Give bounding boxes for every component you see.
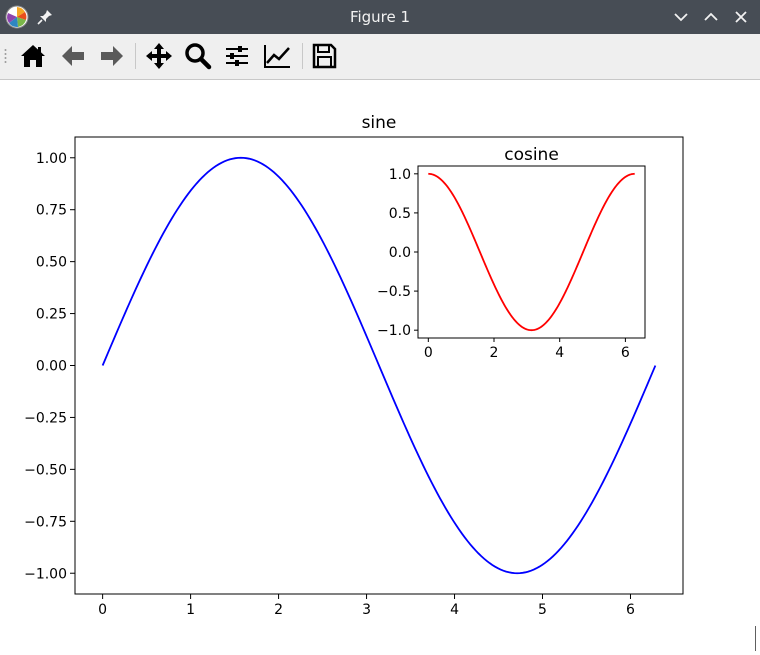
customize-button[interactable] <box>261 40 293 72</box>
pan-button[interactable] <box>143 40 175 72</box>
y-tick-label: −0.50 <box>24 462 67 478</box>
x-tick-label: 0 <box>98 602 107 618</box>
y-tick-label: 0.00 <box>36 359 67 375</box>
y-tick-label: 0.50 <box>36 255 67 271</box>
chevron-up-icon[interactable] <box>701 7 721 27</box>
window-edge <box>755 626 756 651</box>
figure-window: Figure 1 0 1 2 3 4 5 6 1.00 0.75 0.50 0.… <box>0 0 760 651</box>
line-chart-icon <box>264 45 290 68</box>
arrow-left-icon <box>62 46 84 66</box>
x-tick-label: 6 <box>621 345 630 361</box>
save-button[interactable] <box>308 40 340 72</box>
y-tick-label: 1.00 <box>36 151 67 167</box>
floppy-disk-icon <box>312 43 337 69</box>
y-tick-label: 0.5 <box>389 206 411 222</box>
zoom-button[interactable] <box>182 40 214 72</box>
title-bar[interactable]: Figure 1 <box>0 0 760 34</box>
x-tick-label: 4 <box>555 345 564 361</box>
toolbar-separator <box>302 43 303 69</box>
y-tick-label: 0.75 <box>36 203 67 219</box>
figure-svg: 0 1 2 3 4 5 61.000.750.500.250.00−0.25−0.50−0.… <box>24 113 684 618</box>
toolbar-grip[interactable] <box>4 48 7 66</box>
x-tick-label: 2 <box>274 602 283 618</box>
sliders-icon <box>226 46 248 66</box>
y-tick-label: −0.5 <box>377 284 411 300</box>
home-button[interactable] <box>17 40 49 72</box>
magnifier-icon <box>185 43 212 70</box>
arrow-right-icon <box>101 46 123 66</box>
y-tick-label: −1.00 <box>24 566 67 582</box>
subplots-button[interactable] <box>221 40 253 72</box>
chart-title: sine <box>362 113 397 133</box>
chart-title: cosine <box>504 145 559 165</box>
window-title: Figure 1 <box>349 8 411 26</box>
x-tick-label: 1 <box>186 602 195 618</box>
x-tick-label: 4 <box>450 602 459 618</box>
y-tick-label: 0.25 <box>36 307 67 323</box>
back-button[interactable] <box>57 40 89 72</box>
x-tick-label: 2 <box>490 345 499 361</box>
figure-canvas[interactable]: 0 1 2 3 4 5 6 1.00 0.75 0.50 0.25 0.00 −0.25 −0.50 −0.… <box>0 80 760 651</box>
y-tick-label: −0.75 <box>24 514 67 530</box>
y-tick-label: 0.0 <box>389 245 411 261</box>
close-icon[interactable] <box>731 7 751 27</box>
navigation-toolbar <box>0 34 760 80</box>
y-tick-label: 1.0 <box>389 167 411 183</box>
y-tick-label: −1.0 <box>377 323 411 339</box>
toolbar-separator <box>135 43 136 69</box>
x-tick-label: 3 <box>362 602 371 618</box>
x-tick-label: 5 <box>538 602 547 618</box>
move-icon <box>146 43 172 69</box>
y-tick-label: −0.25 <box>24 410 67 426</box>
x-tick-label: 6 <box>626 602 635 618</box>
chevron-down-icon[interactable] <box>671 7 691 27</box>
home-icon <box>21 45 45 67</box>
forward-button[interactable] <box>96 40 128 72</box>
x-tick-label: 0 <box>424 345 433 361</box>
